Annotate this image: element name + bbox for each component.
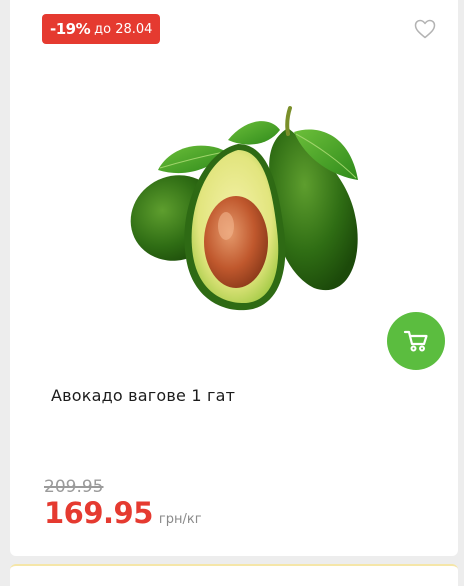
current-price: 169.95 <box>44 496 153 530</box>
old-price: 209.95 <box>44 477 104 497</box>
price-row: 169.95 грн/кг <box>44 496 202 530</box>
discount-until: до 28.04 <box>94 21 153 37</box>
next-product-card <box>10 564 458 586</box>
product-image[interactable] <box>118 100 368 330</box>
price-unit: грн/кг <box>158 512 202 527</box>
discount-percent: -19% <box>50 20 91 38</box>
heart-icon[interactable] <box>414 19 436 39</box>
discount-badge: -19% до 28.04 <box>42 14 161 44</box>
product-title[interactable]: Авокадо вагове 1 гат <box>51 386 235 405</box>
add-to-cart-button[interactable] <box>387 312 445 370</box>
product-card[interactable]: -19% до 28.04 Авокадо вагове 1 гат 209.9… <box>10 0 458 556</box>
shopping-cart-icon <box>403 330 428 352</box>
